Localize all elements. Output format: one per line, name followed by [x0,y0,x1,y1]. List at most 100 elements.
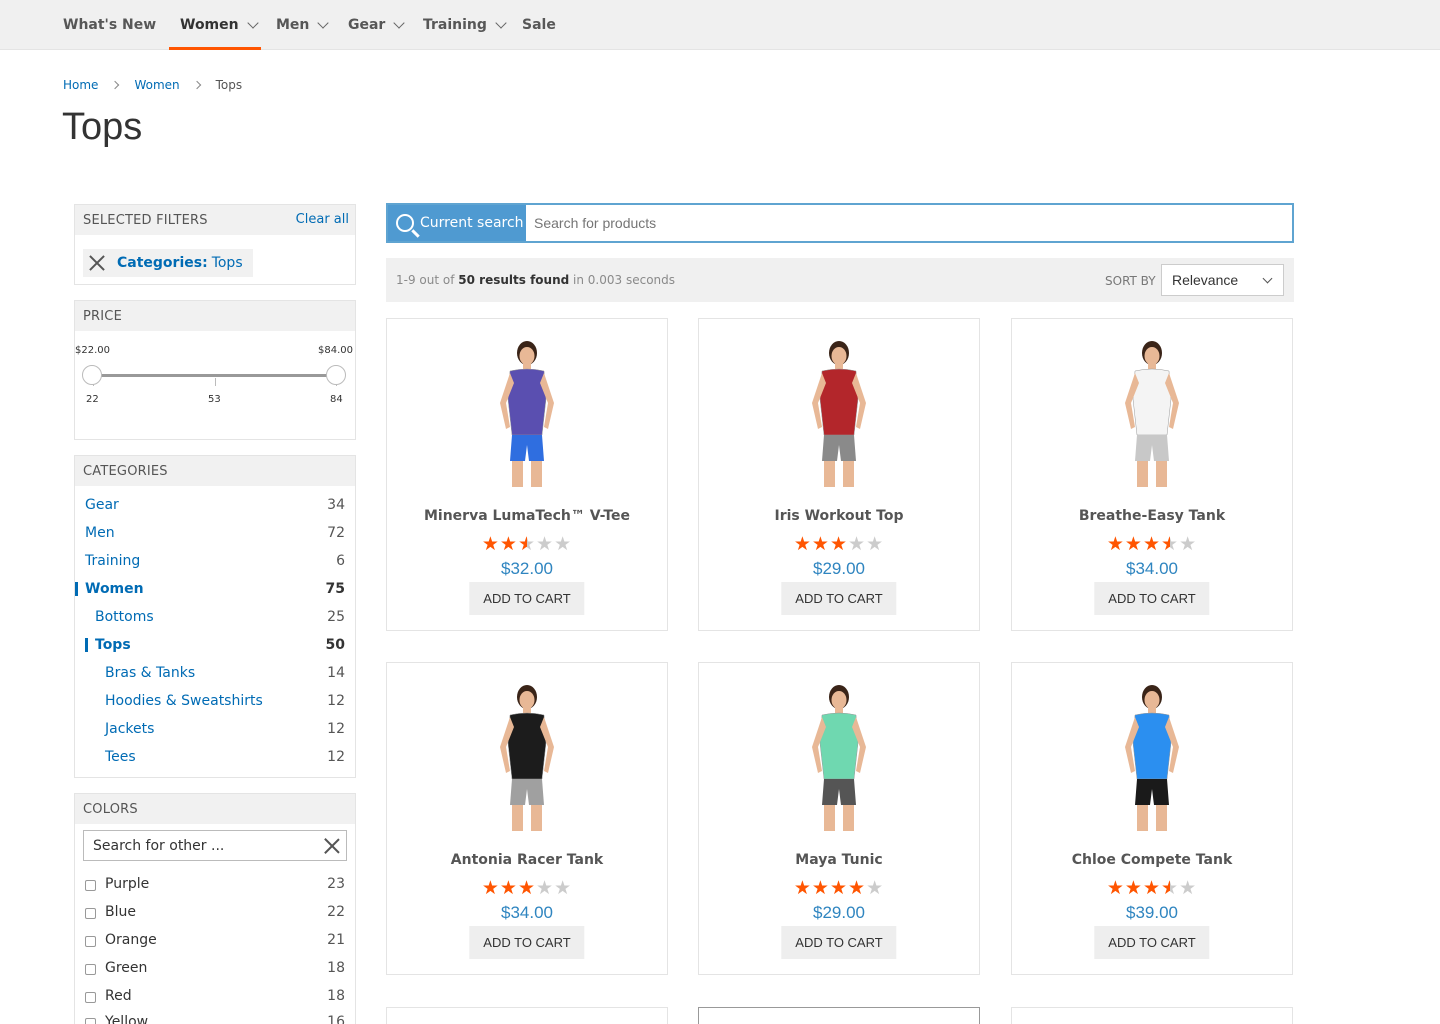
category-item-jackets[interactable]: Jackets 12 [75,717,355,741]
color-checkbox[interactable] [85,964,96,975]
slider-tick [215,378,216,386]
category-item-bottoms[interactable]: Bottoms 25 [75,605,355,629]
add-to-cart-button[interactable]: ADD TO CART [1094,582,1210,615]
category-name: Men [85,525,115,541]
nav-item-sale[interactable]: Sale [522,0,556,50]
product-image[interactable] [1097,681,1207,831]
product-card[interactable]: Maya Tunic ★★★★★ $29.00 ADD TO CART [698,662,980,975]
result-summary: 1-9 out of 50 results found in 0.003 sec… [396,273,675,287]
colors-filter-block: COLORS Search for other ... Purple 23 Blu… [74,793,356,1024]
nav-item-training[interactable]: Training [423,0,507,50]
category-name: Bottoms [95,609,154,625]
color-checkbox[interactable] [85,1018,96,1024]
category-item-women[interactable]: Women 75 [75,577,355,601]
breadcrumb-home-link[interactable]: Home [63,78,98,92]
add-to-cart-button[interactable]: ADD TO CART [781,926,897,959]
nav-item-women[interactable]: Women [169,0,261,50]
color-option-purple[interactable]: Purple 23 [85,874,355,894]
star-icon: ★ [866,877,885,899]
product-image[interactable] [784,681,894,831]
chevron-right-icon [192,80,201,90]
current-search-button[interactable]: Current search [388,205,526,241]
product-image[interactable] [784,337,894,487]
product-name[interactable]: Iris Workout Top [699,508,979,524]
category-item-hoodies-sweatshirts[interactable]: Hoodies & Sweatshirts 12 [75,689,355,713]
product-image[interactable] [1097,337,1207,487]
category-item-training[interactable]: Training 6 [75,549,355,573]
color-count: 22 [327,904,345,920]
chevron-down-icon [317,17,330,29]
filter-chip-categories[interactable]: Categories: Tops [83,249,253,277]
product-card[interactable]: Breathe-Easy Tank ★★★★★ $34.00 ADD TO CA… [1011,318,1293,631]
nav-item-whats-new[interactable]: What's New [63,0,156,50]
product-name[interactable]: Chloe Compete Tank [1012,852,1292,868]
star-icon: ★ [829,877,849,899]
color-count: 23 [327,876,345,892]
color-search-input[interactable]: Search for other ... [83,830,347,861]
star-icon: ★ [1179,877,1198,899]
star-icon: ★ [793,877,812,899]
chevron-right-icon [111,80,120,90]
product-name[interactable]: Antonia Racer Tank [387,852,667,868]
product-rating: ★★★★★ [387,533,667,555]
search-input[interactable] [526,205,1292,241]
results-toolbar: 1-9 out of 50 results found in 0.003 sec… [386,258,1294,302]
filter-chip-label: Categories: [117,255,208,271]
product-name[interactable]: Breathe-Easy Tank [1012,508,1292,524]
color-count: 18 [327,988,345,1004]
product-image[interactable] [472,337,582,487]
product-card[interactable] [698,1007,980,1024]
product-card[interactable]: Iris Workout Top ★★★★★ $29.00 ADD TO CAR… [698,318,980,631]
category-item-gear[interactable]: Gear 34 [75,493,355,517]
category-name: Women [85,581,144,597]
category-name: Bras & Tanks [105,665,196,681]
product-price: $29.00 [813,559,865,578]
remove-filter-icon[interactable] [89,255,105,271]
product-image[interactable] [472,681,582,831]
close-icon[interactable] [324,838,340,854]
color-option-green[interactable]: Green 18 [85,958,355,978]
add-to-cart-button[interactable]: ADD TO CART [781,582,897,615]
colors-heading: COLORS [75,794,355,824]
category-item-men[interactable]: Men 72 [75,521,355,545]
category-item-bras-tanks[interactable]: Bras & Tanks 14 [75,661,355,685]
result-count: 50 results found [458,273,570,287]
product-card[interactable]: Minerva LumaTech™ V-Tee ★★★★★ $32.00 ADD… [386,318,668,631]
nav-item-gear[interactable]: Gear [348,0,406,50]
sort-select[interactable]: Relevance [1161,264,1284,296]
product-card[interactable]: Antonia Racer Tank ★★★★★ $34.00 ADD TO C… [386,662,668,975]
breadcrumb-women-link[interactable]: Women [134,78,179,92]
color-checkbox[interactable] [85,908,96,919]
color-search-placeholder: Search for other ... [93,837,225,854]
color-checkbox[interactable] [85,936,96,947]
slider-tick-label: 84 [330,394,343,405]
color-name: Yellow [105,1014,149,1024]
product-card[interactable] [1011,1007,1293,1024]
category-count: 34 [327,497,345,513]
category-item-tops[interactable]: Tops 50 [75,633,355,657]
nav-item-men[interactable]: Men [276,0,330,50]
category-name: Hoodies & Sweatshirts [105,693,263,709]
color-option-yellow[interactable]: Yellow 16 [85,1012,355,1024]
price-slider-max-handle[interactable] [326,365,346,385]
add-to-cart-button[interactable]: ADD TO CART [469,582,585,615]
add-to-cart-button[interactable]: ADD TO CART [1094,926,1210,959]
product-name[interactable]: Maya Tunic [699,852,979,868]
color-name: Orange [105,932,157,948]
product-rating: ★★★★★ [699,877,979,899]
category-item-tees[interactable]: Tees 12 [75,745,355,769]
price-slider-track[interactable] [93,374,337,377]
price-slider-min-handle[interactable] [82,365,102,385]
add-to-cart-button[interactable]: ADD TO CART [469,926,585,959]
clear-all-link[interactable]: Clear all [296,212,349,227]
color-option-orange[interactable]: Orange 21 [85,930,355,950]
color-option-red[interactable]: Red 18 [85,986,355,1006]
price-min-label: $22.00 [75,345,110,356]
color-checkbox[interactable] [85,992,96,1003]
color-checkbox[interactable] [85,880,96,891]
chevron-down-icon [1262,273,1273,284]
product-card[interactable]: Chloe Compete Tank ★★★★★ $39.00 ADD TO C… [1011,662,1293,975]
product-card[interactable] [386,1007,668,1024]
product-name[interactable]: Minerva LumaTech™ V-Tee [387,508,667,524]
color-option-blue[interactable]: Blue 22 [85,902,355,922]
